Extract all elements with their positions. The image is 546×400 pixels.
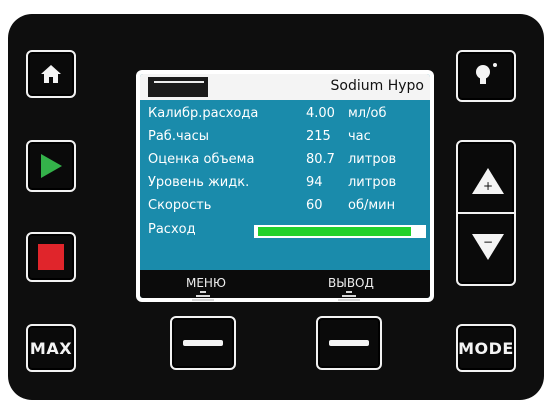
row-unit: литров bbox=[348, 175, 397, 190]
stop-button[interactable] bbox=[26, 232, 76, 282]
row-value: 60 bbox=[306, 198, 323, 213]
chemical-name: Sodium Hypo bbox=[330, 78, 424, 94]
progress-label: Расход bbox=[148, 222, 196, 237]
lightbulb-icon bbox=[476, 63, 497, 84]
mode-label: MODE bbox=[458, 338, 514, 358]
light-button[interactable] bbox=[456, 50, 516, 102]
row-flow-progress: Расход bbox=[148, 222, 426, 242]
start-button[interactable] bbox=[26, 140, 76, 192]
flow-progress-fill bbox=[258, 227, 411, 236]
softkey-left-button[interactable] bbox=[170, 316, 236, 370]
up-down-rocker: + − bbox=[456, 140, 516, 286]
softkey-right-button[interactable] bbox=[316, 316, 382, 370]
row-label: Калибр.расхода bbox=[148, 106, 259, 121]
row-label: Оценка объема bbox=[148, 152, 255, 167]
row-unit: литров bbox=[348, 152, 397, 167]
row-value: 215 bbox=[306, 129, 331, 144]
home-button[interactable] bbox=[26, 50, 76, 98]
screen-header: Sodium Hypo bbox=[140, 74, 430, 100]
dash-icon bbox=[183, 340, 223, 346]
stop-icon bbox=[38, 244, 64, 270]
screen-body: Sodium Hypo Калибр.расхода 4.00 мл/об Ра… bbox=[140, 74, 430, 298]
max-label: MAX bbox=[29, 338, 73, 358]
pump-control-panel: MAX + − MODE Sodium Hypo Калибр.расхода … bbox=[8, 14, 544, 400]
softkey-left-label: МЕНЮ bbox=[186, 276, 226, 290]
row-unit: мл/об bbox=[348, 106, 387, 121]
row-value: 94 bbox=[306, 175, 323, 190]
lcd-screen: Sodium Hypo Калибр.расхода 4.00 мл/об Ра… bbox=[136, 70, 434, 302]
softkey-left-indicator bbox=[188, 291, 218, 305]
up-arrow-icon[interactable]: + bbox=[470, 166, 506, 196]
flow-progress-bar bbox=[254, 225, 426, 238]
max-button[interactable]: MAX bbox=[26, 324, 76, 372]
row-label: Скорость bbox=[148, 198, 212, 213]
row-label: Уровень жидк. bbox=[148, 175, 250, 190]
rocker-divider bbox=[458, 212, 514, 214]
row-unit: об/мин bbox=[348, 198, 396, 213]
row-volume-estimate: Оценка объема 80.7 литров bbox=[148, 152, 424, 172]
dash-icon bbox=[329, 340, 369, 346]
softkey-right-label: ВЫВОД bbox=[328, 276, 374, 290]
play-icon bbox=[41, 154, 62, 178]
row-calibration: Калибр.расхода 4.00 мл/об bbox=[148, 106, 424, 126]
row-value: 80.7 bbox=[306, 152, 335, 167]
row-unit: час bbox=[348, 129, 371, 144]
row-run-hours: Раб.часы 215 час bbox=[148, 129, 424, 149]
down-arrow-icon[interactable]: − bbox=[470, 232, 506, 262]
mode-button[interactable]: MODE bbox=[456, 324, 516, 372]
row-fluid-level: Уровень жидк. 94 литров bbox=[148, 175, 424, 195]
decrease-label: − bbox=[483, 235, 493, 249]
brand-logo-stripe bbox=[154, 81, 204, 83]
row-speed: Скорость 60 об/мин bbox=[148, 198, 424, 218]
increase-label: + bbox=[483, 179, 493, 193]
softkey-bar: МЕНЮ ВЫВОД bbox=[140, 270, 430, 298]
softkey-right-indicator bbox=[334, 291, 364, 305]
brand-logo bbox=[148, 77, 208, 97]
home-icon bbox=[41, 65, 61, 83]
row-value: 4.00 bbox=[306, 106, 335, 121]
row-label: Раб.часы bbox=[148, 129, 210, 144]
